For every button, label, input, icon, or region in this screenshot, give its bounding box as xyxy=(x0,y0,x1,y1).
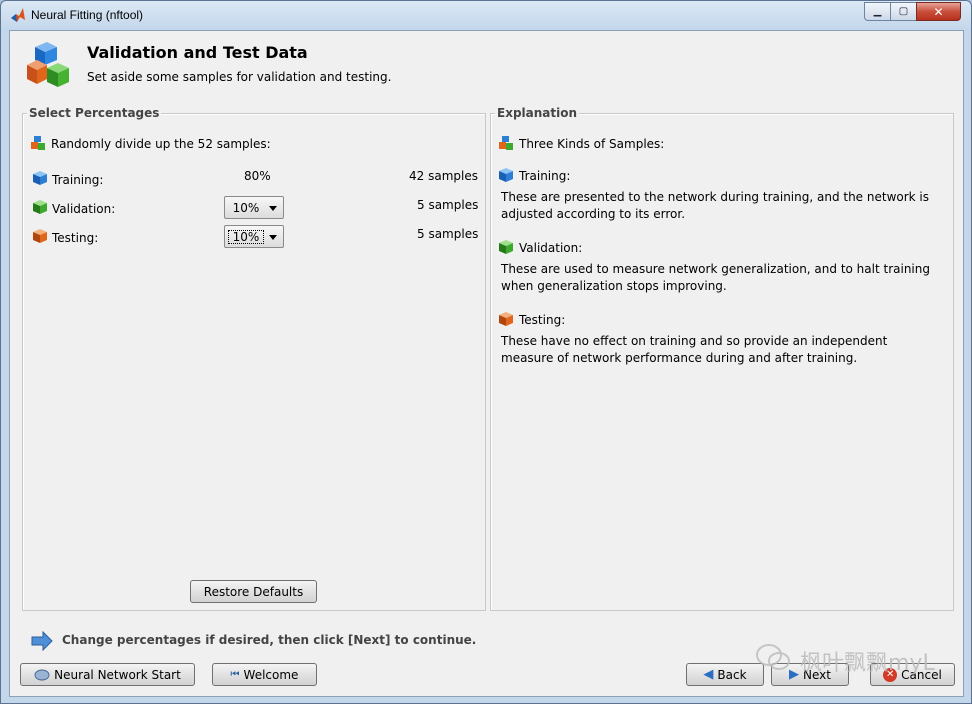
maximize-icon: ▢ xyxy=(898,6,909,17)
chevron-down-icon xyxy=(269,206,277,211)
testing-percent-value: 10% xyxy=(228,229,264,244)
training-heading: Training: xyxy=(519,169,571,183)
validation-cube-icon xyxy=(499,240,513,254)
training-samples: 42 samples xyxy=(409,169,478,183)
validation-label: Validation: xyxy=(52,202,116,216)
instruction-hint: Change percentages if desired, then clic… xyxy=(62,633,477,647)
title-bar[interactable]: Neural Fitting (nftool) ▁ ▢ ✕ xyxy=(1,1,971,29)
brain-icon xyxy=(34,669,50,680)
select-percentages-panel: Select Percentages Randomly divide up th… xyxy=(22,106,486,611)
restore-defaults-button[interactable]: Restore Defaults xyxy=(190,580,317,603)
testing-samples: 5 samples xyxy=(417,227,479,241)
welcome-label: Welcome xyxy=(243,667,299,682)
testing-label: Testing: xyxy=(52,231,99,245)
mixed-cubes-icon xyxy=(31,136,45,150)
wechat-icon xyxy=(756,644,790,670)
back-button[interactable]: ◀ Back xyxy=(686,663,764,686)
mixed-cubes-icon xyxy=(499,136,513,150)
select-percentages-title: Select Percentages xyxy=(27,106,162,120)
training-percent: 80% xyxy=(244,169,271,183)
wizard-client-area: Validation and Test Data Set aside some … xyxy=(9,30,964,697)
training-cube-icon xyxy=(499,168,513,182)
arrow-left-icon: ◀ xyxy=(703,667,714,682)
chevron-down-icon xyxy=(269,235,277,240)
page-title: Validation and Test Data xyxy=(87,43,308,62)
validation-cube-icon xyxy=(33,200,47,214)
validation-description: These are used to measure network genera… xyxy=(501,262,930,293)
minimize-icon: ▁ xyxy=(873,6,882,17)
explanation-intro: Three Kinds of Samples: xyxy=(519,137,665,151)
testing-percent-dropdown[interactable]: 10% xyxy=(224,225,284,248)
testing-cube-icon xyxy=(499,312,513,326)
training-label: Training: xyxy=(52,173,104,187)
testing-cube-icon xyxy=(33,229,47,243)
welcome-button[interactable]: ⏮ Welcome xyxy=(212,663,317,686)
restore-defaults-label: Restore Defaults xyxy=(203,584,304,599)
validation-percent-value: 10% xyxy=(232,200,260,215)
training-description: These are presented to the network durin… xyxy=(501,190,930,221)
arrow-right-icon xyxy=(31,631,53,651)
close-icon: ✕ xyxy=(933,4,944,19)
page-subtitle: Set aside some samples for validation an… xyxy=(87,70,392,84)
app-window: Neural Fitting (nftool) ▁ ▢ ✕ Validation… xyxy=(0,0,972,704)
validation-percent-dropdown[interactable]: 10% xyxy=(224,196,284,219)
division-intro: Randomly divide up the 52 samples: xyxy=(51,137,271,151)
testing-description: These have no effect on training and so … xyxy=(501,334,888,365)
watermark-text: 枫叶飘飘myL xyxy=(800,651,935,676)
minimize-button[interactable]: ▁ xyxy=(864,2,891,21)
explanation-panel: Explanation Three Kinds of Samples: Trai… xyxy=(490,106,954,611)
matlab-logo-icon xyxy=(11,8,25,22)
neural-network-start-button[interactable]: Neural Network Start xyxy=(20,663,195,686)
close-button[interactable]: ✕ xyxy=(916,2,961,21)
neural-network-start-label: Neural Network Start xyxy=(54,667,181,682)
cubes-icon xyxy=(27,42,69,87)
maximize-button[interactable]: ▢ xyxy=(890,2,917,21)
window-title: Neural Fitting (nftool) xyxy=(31,8,144,22)
validation-samples: 5 samples xyxy=(417,198,479,212)
validation-heading: Validation: xyxy=(519,241,583,255)
back-label: Back xyxy=(717,667,747,682)
rewind-icon: ⏮ xyxy=(230,669,240,680)
explanation-title: Explanation xyxy=(495,106,580,120)
testing-heading: Testing: xyxy=(519,313,566,327)
training-cube-icon xyxy=(33,171,47,185)
